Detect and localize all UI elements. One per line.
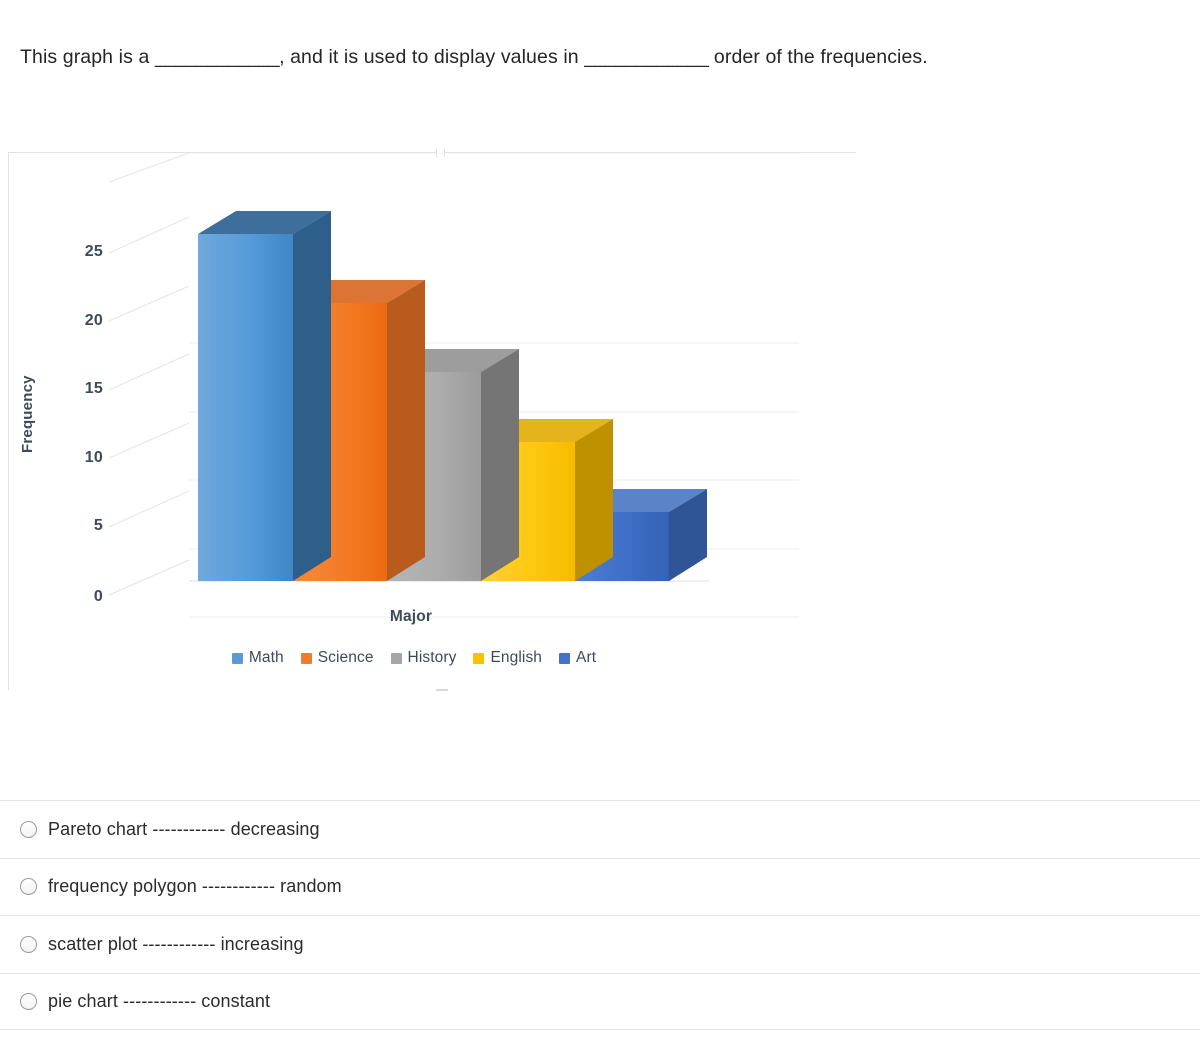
y-axis-ticks: 25 20 15 10 5 0 [53,153,103,623]
question-part-2: , and it is used to display values in [279,46,579,68]
legend-item-history[interactable]: History [390,649,457,667]
option-label-scatter-plot: scatter plot ------------ increasing [48,933,304,954]
y-tick-0: 0 [93,588,103,605]
legend-label-history: History [407,649,457,666]
legend-label-art: Art [576,649,597,666]
y-tick-15: 15 [84,380,103,397]
chart-svg [108,153,799,618]
question-prompt: This graph is a ____________, and it is … [20,44,928,70]
radio-button-scatter-plot[interactable] [20,935,37,953]
legend-item-science[interactable]: Science [300,649,374,667]
question-part-3: order of the frequencies. [713,46,928,68]
legend-swatch-english [473,652,485,664]
legend-swatch-science [300,652,312,664]
option-label-pareto-chart: Pareto chart ------------ decreasing [48,818,320,839]
legend-label-science: Science [317,649,374,666]
chart-legend: Math Science History English Art [9,649,857,667]
question-blank-2: ____________ [584,46,709,68]
option-label-frequency-polygon: frequency polygon ------------ random [48,876,342,897]
chart-plot-area [9,153,857,623]
option-row-frequency-polygon[interactable]: frequency polygon ------------ random [0,857,1200,916]
legend-label-english: English [490,649,543,666]
option-label-pie-chart: pie chart ------------ constant [48,990,271,1011]
question-blank-1: ____________ [154,46,280,68]
option-row-pie-chart[interactable]: pie chart ------------ constant [0,972,1200,1030]
y-tick-25: 25 [84,243,103,260]
x-axis-title-text: Major [389,608,433,625]
bar-math [198,211,331,581]
legend-item-art[interactable]: Art [559,649,596,667]
question-part-1: This graph is a [20,46,150,68]
y-tick-20: 20 [84,312,103,329]
radio-button-pareto-chart[interactable] [20,820,37,838]
radio-button-pie-chart[interactable] [20,992,37,1010]
legend-swatch-history [390,652,402,664]
y-tick-10: 10 [84,449,103,466]
radio-button-frequency-polygon[interactable] [20,878,37,896]
x-axis-title: Major [9,608,857,626]
chart-gridlines-perspective [108,153,190,596]
legend-label-math: Math [248,649,284,666]
y-tick-5: 5 [93,517,103,534]
legend-swatch-art [559,652,571,664]
answer-options-list: Pareto chart ------------ decreasing fre… [0,800,1200,1030]
chart-frame: 25 20 15 10 5 0 Frequency Major Math Sci… [8,149,857,691]
option-row-pareto-chart[interactable]: Pareto chart ------------ decreasing [0,800,1200,858]
legend-item-english[interactable]: English [473,649,542,667]
legend-item-math[interactable]: Math [231,649,284,667]
legend-swatch-math [231,652,243,664]
option-row-scatter-plot[interactable]: scatter plot ------------ increasing [0,915,1200,973]
y-axis-title: Frequency [19,375,36,453]
chart-bottom-handle [436,689,448,691]
